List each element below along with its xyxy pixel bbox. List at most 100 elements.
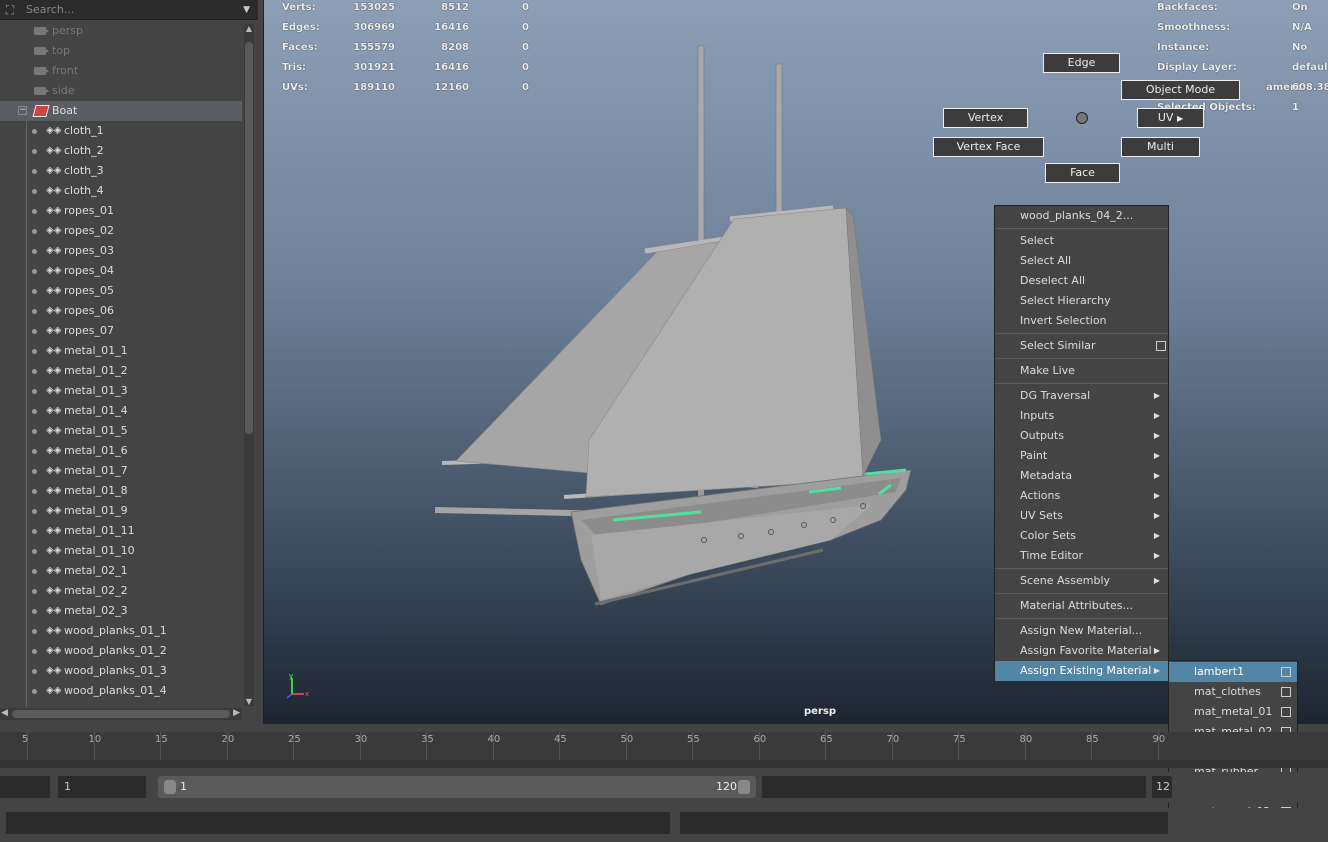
outliner-item-mesh[interactable]: ◈◈ cloth_2 — [0, 141, 242, 161]
command-input[interactable] — [6, 812, 670, 834]
scrollbar-thumb[interactable] — [12, 710, 230, 718]
menu-item-assign-favorite-material[interactable]: Assign Favorite Material ▶ — [995, 641, 1168, 661]
marking-menu-vertex-face[interactable]: Vertex Face — [933, 137, 1044, 157]
outliner-item-label: wood_planks_01_2 — [64, 644, 167, 657]
range-slider[interactable]: 1 120 — [158, 776, 756, 798]
outliner-horizontal-scrollbar[interactable]: ◀ ▶ — [0, 708, 242, 720]
menu-item-paint[interactable]: Paint ▶ — [995, 446, 1168, 466]
menu-item-select-similar[interactable]: Select Similar — [995, 336, 1168, 356]
scroll-up-icon[interactable]: ▲ — [245, 24, 253, 33]
scrollbar-thumb[interactable] — [245, 42, 253, 434]
outliner-item-camera[interactable]: front — [0, 61, 242, 81]
outliner-item-mesh[interactable]: ◈◈ ropes_01 — [0, 201, 242, 221]
marking-menu-vertex[interactable]: Vertex — [943, 108, 1028, 128]
menu-item-select-all[interactable]: Select All — [995, 251, 1168, 271]
menu-item-outputs[interactable]: Outputs ▶ — [995, 426, 1168, 446]
menu-item-select-hierarchy[interactable]: Select Hierarchy — [995, 291, 1168, 311]
outliner-item-boat-group[interactable]: − Boat — [0, 101, 242, 121]
visibility-dot-icon — [32, 189, 37, 194]
outliner-item-mesh[interactable]: ◈◈ ropes_02 — [0, 221, 242, 241]
outliner-item-mesh[interactable]: ◈◈ ropes_06 — [0, 301, 242, 321]
outliner-item-label: metal_01_9 — [64, 504, 128, 517]
menu-item-color-sets[interactable]: Color Sets ▶ — [995, 526, 1168, 546]
mesh-icon: ◈◈ — [46, 225, 62, 236]
outliner-item-mesh[interactable]: ◈◈ metal_01_2 — [0, 361, 242, 381]
time-slider[interactable]: 5 10 15 20 25 30 35 40 45 50 55 60 65 70 75 80 85 90 — [0, 732, 1328, 768]
submenu-arrow-icon: ▶ — [1153, 431, 1160, 440]
range-start-handle[interactable] — [164, 780, 176, 794]
outliner-item-mesh[interactable]: ◈◈ ropes_03 — [0, 241, 242, 261]
option-box-icon[interactable] — [1156, 341, 1166, 351]
outliner-item-mesh[interactable]: ◈◈ wood_planks_01_3 — [0, 661, 242, 681]
marking-menu-face[interactable]: Face — [1045, 163, 1120, 183]
marking-menu-edge[interactable]: Edge — [1043, 53, 1120, 73]
menu-item-assign-new-material[interactable]: Assign New Material... — [995, 621, 1168, 641]
outliner-item-mesh[interactable]: ◈◈ ropes_04 — [0, 261, 242, 281]
scroll-right-icon[interactable]: ▶ — [233, 708, 240, 718]
collapse-icon[interactable]: − — [18, 106, 27, 115]
range-end-handle[interactable] — [738, 780, 750, 794]
outliner-item-mesh[interactable]: ◈◈ metal_01_7 — [0, 461, 242, 481]
material-item[interactable]: lambert1 — [1169, 662, 1297, 682]
end-time-field[interactable] — [762, 776, 1146, 798]
mesh-icon: ◈◈ — [46, 325, 62, 336]
outliner-item-camera[interactable]: top — [0, 41, 242, 61]
outliner-item-mesh[interactable]: ◈◈ cloth_4 — [0, 181, 242, 201]
outliner-item-mesh[interactable]: ◈◈ metal_01_9 — [0, 501, 242, 521]
menu-item-make-live[interactable]: Make Live — [995, 361, 1168, 381]
outliner-item-mesh[interactable]: ◈◈ ropes_05 — [0, 281, 242, 301]
search-input[interactable]: Search... — [22, 1, 254, 19]
outliner-item-mesh[interactable]: ◈◈ cloth_3 — [0, 161, 242, 181]
menu-item-object-title[interactable]: wood_planks_04_2... — [995, 206, 1168, 226]
outliner-vertical-scrollbar[interactable]: ▲ ▼ — [244, 24, 254, 706]
scroll-down-icon[interactable]: ▼ — [245, 697, 253, 706]
outliner-item-mesh[interactable]: ◈◈ metal_01_4 — [0, 401, 242, 421]
menu-item-material-attributes[interactable]: Material Attributes... — [995, 596, 1168, 616]
outliner-item-mesh[interactable]: ◈◈ metal_02_1 — [0, 561, 242, 581]
menu-item-actions[interactable]: Actions ▶ — [995, 486, 1168, 506]
material-item[interactable]: mat_clothes — [1169, 682, 1297, 702]
outliner-item-camera[interactable]: persp — [0, 21, 242, 41]
option-box-icon[interactable] — [1281, 667, 1291, 677]
scroll-left-icon[interactable]: ◀ — [1, 708, 8, 718]
marking-menu-object-mode[interactable]: Object Mode — [1121, 80, 1240, 100]
outliner-item-mesh[interactable]: ◈◈ metal_01_5 — [0, 421, 242, 441]
outliner-item-mesh[interactable]: ◈◈ metal_01_11 — [0, 521, 242, 541]
outliner-item-mesh[interactable]: ◈◈ wood_planks_01_4 — [0, 681, 242, 701]
menu-item-assign-existing-material[interactable]: Assign Existing Material ▶ — [995, 661, 1168, 681]
playback-end-field[interactable]: 12 — [1152, 776, 1172, 798]
outliner-item-mesh[interactable]: ◈◈ metal_01_10 — [0, 541, 242, 561]
outliner-item-mesh[interactable]: ◈◈ metal_02_2 — [0, 581, 242, 601]
outliner-item-mesh[interactable]: ◈◈ metal_01_8 — [0, 481, 242, 501]
outliner-filter-icon[interactable]: ⛶ — [2, 2, 18, 18]
option-box-icon[interactable] — [1281, 707, 1291, 717]
menu-item-metadata[interactable]: Metadata ▶ — [995, 466, 1168, 486]
menu-item-label: Metadata — [1020, 469, 1073, 482]
outliner-item-camera[interactable]: side — [0, 81, 242, 101]
start-time-field[interactable] — [0, 776, 50, 798]
menu-item-select[interactable]: Select — [995, 231, 1168, 251]
menu-item-uv-sets[interactable]: UV Sets ▶ — [995, 506, 1168, 526]
chevron-down-icon[interactable]: ▼ — [243, 1, 250, 19]
outliner-item-mesh[interactable]: ◈◈ wood_planks_01_1 — [0, 621, 242, 641]
current-frame-field[interactable]: 1 — [58, 776, 146, 798]
marking-menu-uv[interactable]: UV ▶ — [1137, 108, 1204, 128]
option-box-icon[interactable] — [1281, 687, 1291, 697]
outliner-item-mesh[interactable]: ◈◈ ropes_07 — [0, 321, 242, 341]
menu-item-scene-assembly[interactable]: Scene Assembly ▶ — [995, 571, 1168, 591]
menu-item-dg-traversal[interactable]: DG Traversal ▶ — [995, 386, 1168, 406]
outliner-item-mesh[interactable]: ◈◈ cloth_1 — [0, 121, 242, 141]
menu-item-inputs[interactable]: Inputs ▶ — [995, 406, 1168, 426]
outliner-item-mesh[interactable]: ◈◈ metal_01_1 — [0, 341, 242, 361]
material-item[interactable]: mat_metal_01 — [1169, 702, 1297, 722]
outliner-item-mesh[interactable]: ◈◈ metal_02_3 — [0, 601, 242, 621]
menu-item-deselect-all[interactable]: Deselect All — [995, 271, 1168, 291]
menu-item-time-editor[interactable]: Time Editor ▶ — [995, 546, 1168, 566]
marking-menu-multi[interactable]: Multi — [1121, 137, 1200, 157]
camera-icon — [34, 87, 49, 95]
outliner-item-mesh[interactable]: ◈◈ metal_01_6 — [0, 441, 242, 461]
menu-item-label: Paint — [1020, 449, 1048, 462]
menu-item-invert-selection[interactable]: Invert Selection — [995, 311, 1168, 331]
outliner-item-mesh[interactable]: ◈◈ metal_01_3 — [0, 381, 242, 401]
outliner-item-mesh[interactable]: ◈◈ wood_planks_01_2 — [0, 641, 242, 661]
